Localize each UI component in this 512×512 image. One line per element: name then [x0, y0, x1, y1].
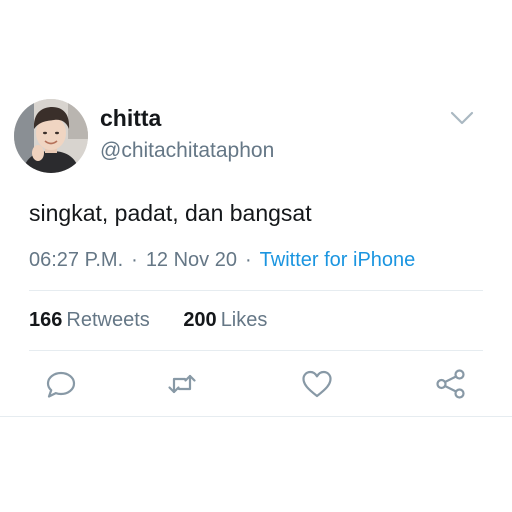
likes-stat[interactable]: 200 Likes — [183, 307, 267, 333]
avatar[interactable] — [14, 99, 88, 173]
tweet-metadata: 06:27 P.M. · 12 Nov 20 · Twitter for iPhone — [29, 247, 415, 273]
meta-separator: · — [131, 249, 138, 271]
user-handle[interactable]: @chitachitataphon — [100, 138, 274, 164]
tweet-source-link[interactable]: Twitter for iPhone — [260, 249, 416, 271]
divider — [29, 290, 483, 291]
likes-label: Likes — [220, 309, 268, 331]
retweets-count: 166 — [29, 309, 63, 331]
chevron-down-icon[interactable] — [448, 108, 476, 128]
heart-icon[interactable] — [300, 367, 334, 401]
tweet-text: singkat, padat, dan bangsat — [29, 200, 312, 226]
retweets-stat[interactable]: 166 Retweets — [29, 307, 150, 333]
likes-count: 200 — [183, 309, 217, 331]
tweet-date[interactable]: 12 Nov 20 — [146, 249, 237, 271]
retweets-label: Retweets — [66, 309, 150, 331]
divider — [0, 416, 512, 417]
tweet-card: chitta @chitachitataphon singkat, padat,… — [0, 0, 512, 512]
tweet-stats: 166 Retweets 200 Likes — [29, 307, 267, 333]
meta-separator: · — [244, 249, 252, 271]
divider — [29, 350, 483, 351]
display-name[interactable]: chitta — [100, 104, 161, 132]
retweet-icon[interactable] — [165, 367, 199, 401]
share-icon[interactable] — [434, 367, 468, 401]
reply-icon[interactable] — [44, 367, 78, 401]
tweet-time[interactable]: 06:27 P.M. — [29, 249, 123, 271]
